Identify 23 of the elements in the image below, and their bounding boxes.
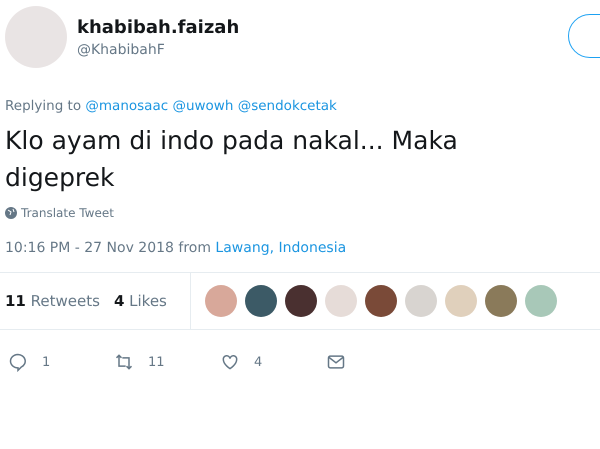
- action-count: 1: [42, 354, 50, 370]
- mention-link[interactable]: @uwowh: [172, 98, 234, 114]
- globe-icon: [5, 207, 17, 219]
- reply-icon[interactable]: [8, 352, 28, 372]
- action-count: 4: [254, 354, 262, 370]
- stat-count[interactable]: 4 Likes: [114, 292, 167, 310]
- user-handle: @KhabibahF: [77, 42, 166, 58]
- user-avatar[interactable]: [245, 285, 277, 317]
- action-count: 11: [148, 354, 165, 370]
- user-avatar[interactable]: [365, 285, 397, 317]
- replying-to-text: Replying to @manosaac @uwowh @sendokcetak: [4, 97, 338, 114]
- mention-link[interactable]: @sendokcetak: [238, 98, 337, 114]
- translate-link[interactable]: Translate Tweet: [21, 206, 114, 220]
- timestamp-text: 10:16 PM - 27 Nov 2018 from Lawang, Indonesia: [4, 239, 348, 258]
- mention-link[interactable]: @manosaac: [85, 98, 168, 114]
- stat-count[interactable]: 11 Retweets: [5, 292, 100, 310]
- tweet-text: Klo ayam di indo pada nakal... Maka: [5, 125, 459, 157]
- user-avatar[interactable]: [285, 285, 317, 317]
- retweet-icon[interactable]: [114, 352, 134, 372]
- location-link[interactable]: Lawang, Indonesia: [215, 240, 346, 256]
- heart-icon[interactable]: [220, 352, 240, 372]
- display-name[interactable]: khabibah.faizah: [77, 16, 240, 38]
- tweet-text: digeprek: [5, 162, 116, 194]
